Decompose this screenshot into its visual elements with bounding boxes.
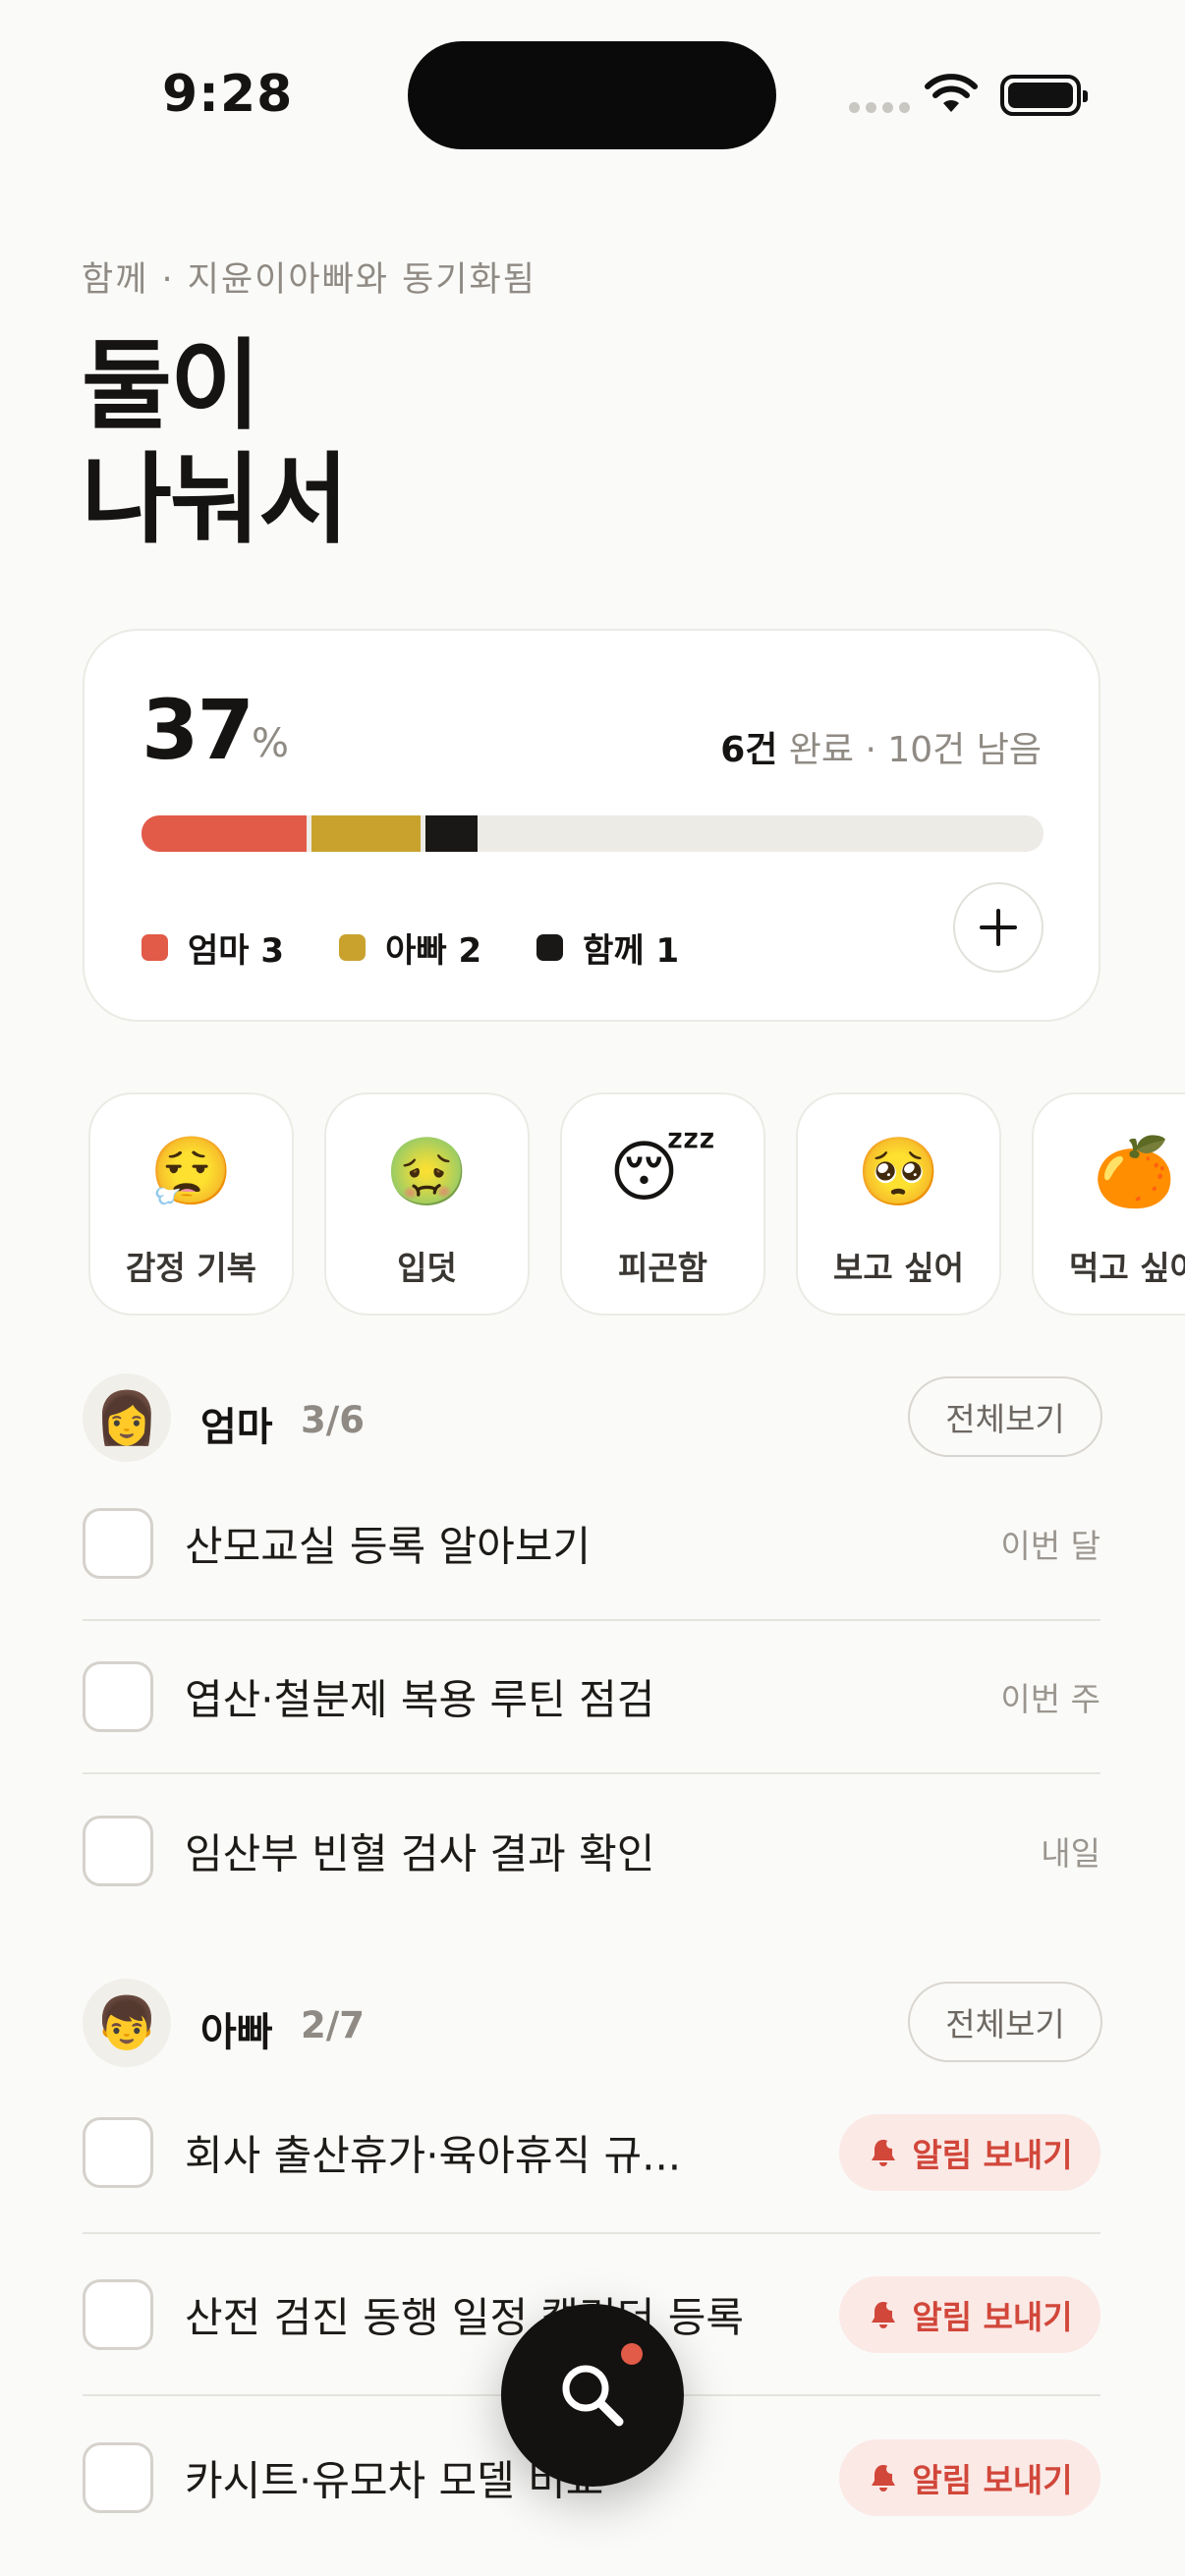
mood-label: 보고 싶어 <box>833 1249 964 1287</box>
progress-segment-3 <box>425 815 478 852</box>
plus-icon <box>980 909 1017 946</box>
legend-swatch <box>536 934 564 961</box>
bell-icon <box>872 2300 897 2328</box>
section-header-dad: 👦 아빠 2/7 전체보기 <box>83 1979 1102 2067</box>
signal-icon <box>849 102 910 113</box>
dynamic-island <box>408 41 776 149</box>
legend-item: 함께 1 <box>536 924 679 972</box>
screen: 9:28 함께 · 지윤이아빠와 동기화됨 둘이 나눠서 37 % 6건 완료 … <box>0 0 1185 2576</box>
battery-icon <box>1000 75 1088 116</box>
legend-label: 함께 1 <box>583 931 680 971</box>
task-row: 회사 출산휴가·육아휴직 규... 알림 보내기 <box>83 2072 1100 2234</box>
page-title: 둘이 나눠서 <box>82 328 349 557</box>
task-title[interactable]: 엽산·철분제 복용 루틴 점검 <box>185 1667 654 1727</box>
mood-label: 입덧 <box>397 1249 457 1287</box>
notification-label: 알림 보내기 <box>912 2297 1073 2336</box>
section-count: 2/7 <box>301 2004 366 2046</box>
search-fab-button[interactable] <box>501 2304 684 2487</box>
task-checkbox[interactable] <box>83 2441 153 2513</box>
mood-chip[interactable]: 🤢 입덧 <box>324 1092 530 1316</box>
add-task-button[interactable] <box>953 882 1044 973</box>
avatar: 👩 <box>83 1373 171 1462</box>
task-row: 임산부 빈혈 검사 결과 확인 내일 <box>83 1774 1100 1928</box>
task-checkbox[interactable] <box>83 2278 153 2350</box>
mood-emoji-icon: 🥺 <box>857 1134 940 1211</box>
mood-chip[interactable]: 😴 피곤함 <box>560 1092 765 1316</box>
task-title[interactable]: 산모교실 등록 알아보기 <box>185 1514 591 1574</box>
status-time: 9:28 <box>162 65 294 124</box>
mood-label: 감정 기복 <box>126 1249 256 1287</box>
task-checkbox[interactable] <box>83 1508 153 1579</box>
section-count: 3/6 <box>301 1399 366 1441</box>
notification-label: 알림 보내기 <box>912 2135 1073 2174</box>
see-all-button[interactable]: 전체보기 <box>908 1982 1102 2062</box>
mood-chip[interactable]: 😮‍💨 감정 기복 <box>88 1092 294 1316</box>
mood-emoji-icon: 😮‍💨 <box>149 1134 233 1211</box>
avatar: 👦 <box>83 1979 171 2067</box>
send-notification-button[interactable]: 알림 보내기 <box>839 2275 1100 2353</box>
task-due-label: 이번 주 <box>1000 1680 1100 1718</box>
task-title[interactable]: 임산부 빈혈 검사 결과 확인 <box>185 1821 654 1881</box>
task-title[interactable]: 회사 출산휴가·육아휴직 규... <box>185 2122 681 2182</box>
mood-emoji-icon: 🤢 <box>385 1134 469 1211</box>
search-icon <box>562 2365 624 2427</box>
progress-percent-unit: % <box>252 721 290 766</box>
mood-label: 피곤함 <box>617 1249 708 1287</box>
bell-icon <box>872 2463 897 2492</box>
remaining-text: 완료 · 10건 남음 <box>777 730 1042 770</box>
mood-chip-list: 😮‍💨 감정 기복 🤢 입덧 😴 피곤함 🥺 보고 싶어 🍊 먹고 싶어 <box>88 1092 1185 1316</box>
progress-percent: 37 <box>141 682 254 778</box>
legend-swatch <box>141 934 168 961</box>
sync-subtitle: 함께 · 지윤이아빠와 동기화됨 <box>82 260 536 300</box>
mood-emoji-icon: 😴 <box>608 1134 717 1211</box>
see-all-button[interactable]: 전체보기 <box>908 1376 1102 1457</box>
progress-segment-1 <box>141 815 307 852</box>
section-header-mom: 👩 엄마 3/6 전체보기 <box>83 1373 1102 1462</box>
legend-label: 엄마 3 <box>188 931 285 971</box>
progress-legend: 엄마 3 아빠 2 함께 1 <box>141 924 734 972</box>
progress-bar <box>141 815 1044 852</box>
mood-chip[interactable]: 🥺 보고 싶어 <box>796 1092 1001 1316</box>
task-due-label: 내일 <box>1041 1834 1100 1873</box>
mood-emoji-icon: 🍊 <box>1093 1134 1176 1211</box>
legend-item: 엄마 3 <box>141 924 284 972</box>
task-row: 산모교실 등록 알아보기 이번 달 <box>83 1468 1100 1621</box>
section-name: 엄마 <box>200 1405 273 1450</box>
legend-swatch <box>339 934 367 961</box>
send-notification-button[interactable]: 알림 보내기 <box>839 2438 1100 2516</box>
page-title-line1: 둘이 <box>82 328 260 443</box>
progress-card: 37 % 6건 완료 · 10건 남음 엄마 3 아빠 2 함께 1 <box>83 629 1100 1022</box>
legend-item: 아빠 2 <box>339 924 481 972</box>
task-checkbox[interactable] <box>83 1816 153 1886</box>
progress-segment-2 <box>311 815 421 852</box>
bell-icon <box>872 2138 897 2166</box>
mood-label: 먹고 싶어 <box>1069 1249 1185 1287</box>
done-summary: 6건 완료 · 10건 남음 <box>720 721 1042 772</box>
done-count: 6건 <box>720 730 778 770</box>
legend-label: 아빠 2 <box>385 931 482 971</box>
mood-chip[interactable]: 🍊 먹고 싶어 <box>1032 1092 1185 1316</box>
send-notification-button[interactable]: 알림 보내기 <box>839 2113 1100 2191</box>
task-checkbox[interactable] <box>83 2116 153 2188</box>
task-row: 엽산·철분제 복용 루틴 점검 이번 주 <box>83 1621 1100 1774</box>
notification-label: 알림 보내기 <box>912 2460 1073 2499</box>
section-name: 아빠 <box>200 2010 273 2055</box>
task-due-label: 이번 달 <box>1000 1527 1100 1565</box>
notification-dot <box>621 2343 643 2365</box>
task-checkbox[interactable] <box>83 1661 153 1732</box>
page-title-line2: 나눠서 <box>82 442 349 557</box>
wifi-icon <box>925 74 978 112</box>
